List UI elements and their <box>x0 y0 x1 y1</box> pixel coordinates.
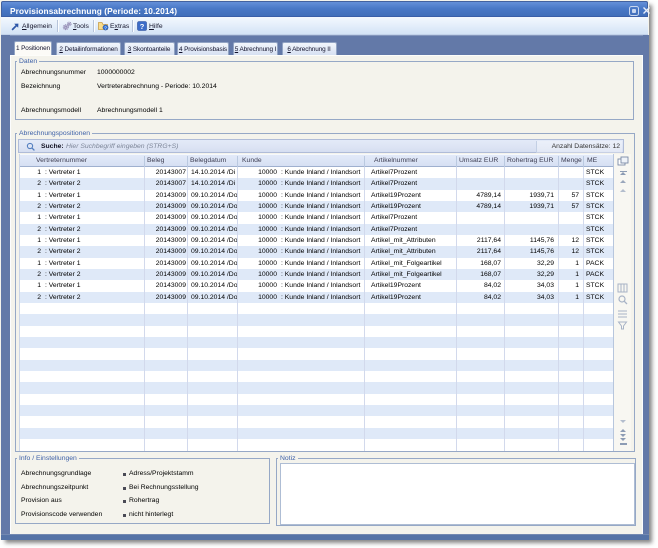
svg-text:?: ? <box>140 22 145 31</box>
